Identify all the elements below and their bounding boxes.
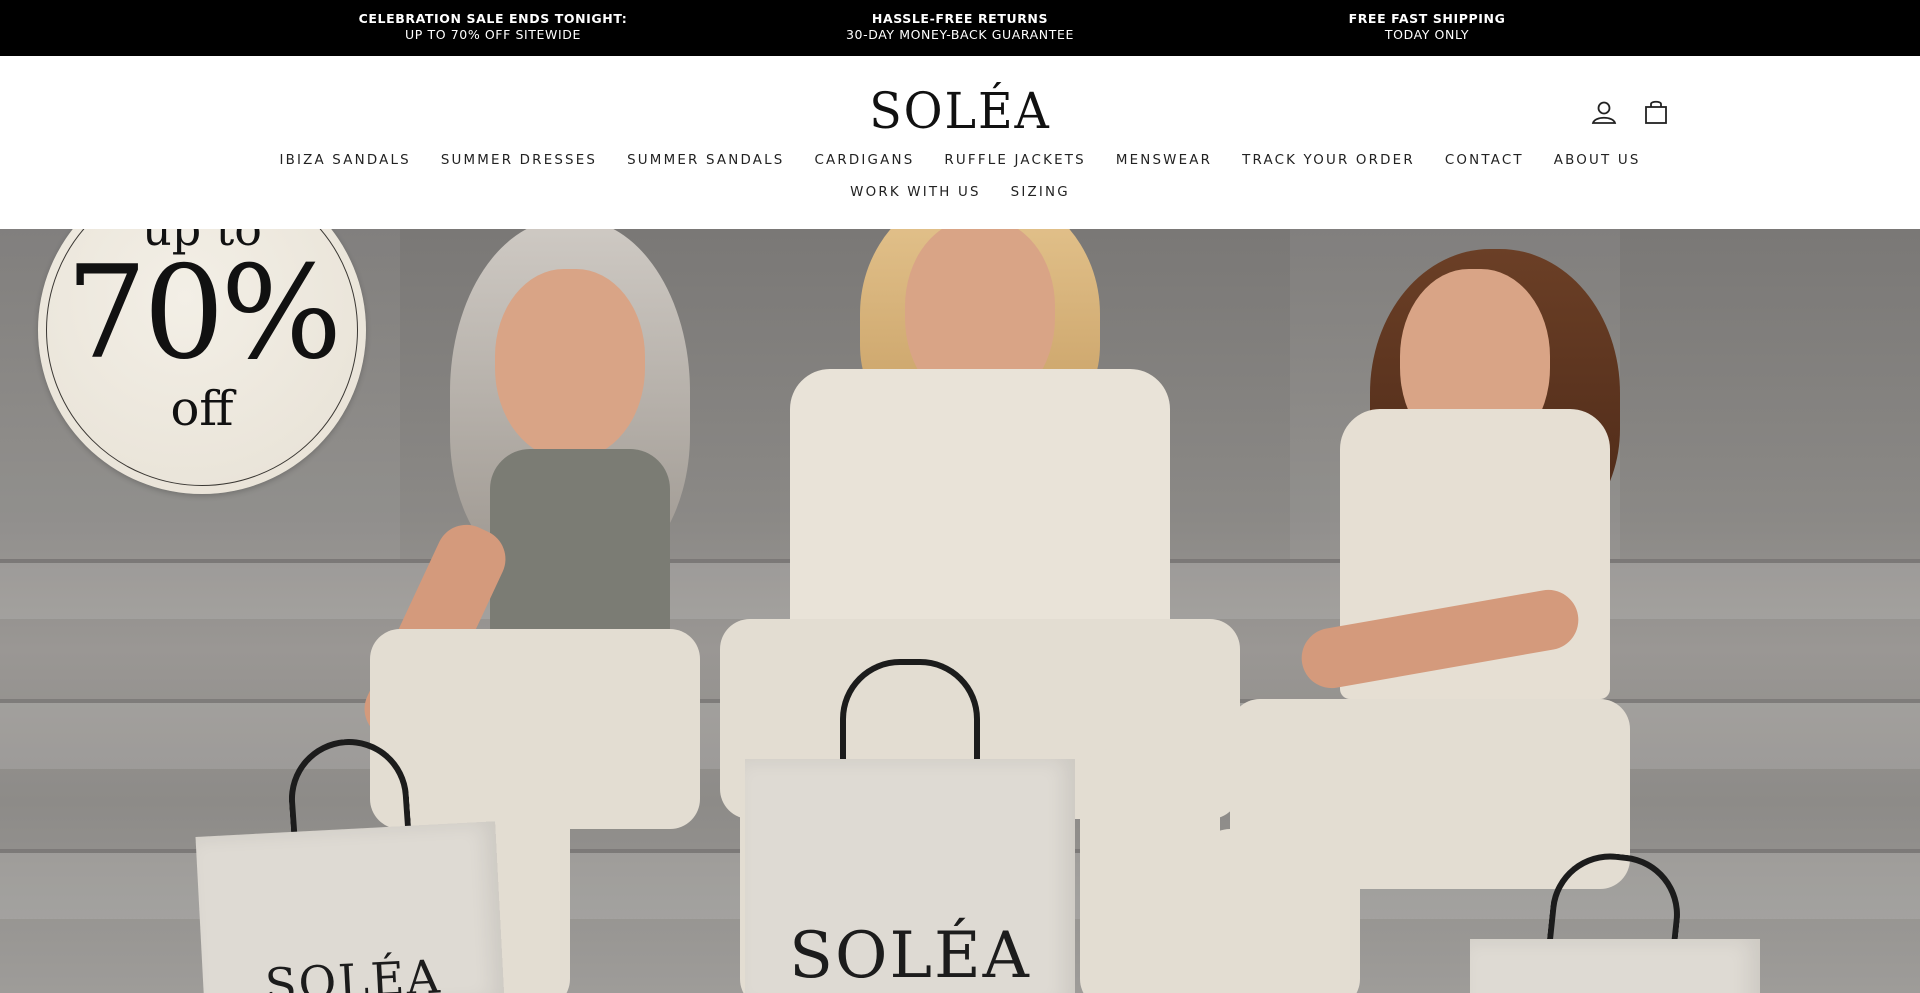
shopping-bag-center: SOLÉA: [745, 759, 1075, 993]
shopping-bag-left: SOLÉA: [195, 821, 505, 993]
announcement-title: HASSLE-FREE RETURNS: [871, 11, 1049, 26]
nav-work-with-us[interactable]: WORK WITH US: [850, 185, 981, 200]
main-nav-row-2: WORK WITH US SIZING: [0, 185, 1920, 200]
announcement-subtitle: UP TO 70% OFF SITEWIDE: [405, 27, 581, 42]
badge-percent: 70%: [65, 239, 343, 388]
pants: [1200, 829, 1360, 993]
announcement-shipping: FREE FAST SHIPPING TODAY ONLY: [1217, 11, 1637, 43]
user-icon[interactable]: [1590, 98, 1618, 126]
nav-contact[interactable]: CONTACT: [1445, 153, 1524, 168]
nav-about-us[interactable]: ABOUT US: [1554, 153, 1641, 168]
bag-logo: SOLÉA: [789, 919, 1031, 993]
face: [495, 269, 645, 459]
nav-menswear[interactable]: MENSWEAR: [1116, 153, 1212, 168]
announcement-title: FREE FAST SHIPPING: [1348, 11, 1506, 26]
nav-ibiza-sandals[interactable]: IBIZA SANDALS: [279, 153, 410, 168]
announcement-subtitle: TODAY ONLY: [1384, 27, 1470, 42]
announcement-returns: HASSLE-FREE RETURNS 30-DAY MONEY-BACK GU…: [750, 11, 1170, 43]
announcement-bar: CELEBRATION SALE ENDS TONIGHT: UP TO 70%…: [0, 0, 1920, 56]
pants: [1080, 749, 1220, 993]
bag-logo: SOLÉA: [263, 949, 443, 993]
nav-cardigans[interactable]: CARDIGANS: [814, 153, 914, 168]
nav-ruffle-jackets[interactable]: RUFFLE JACKETS: [944, 153, 1085, 168]
announcement-title: CELEBRATION SALE ENDS TONIGHT:: [358, 11, 628, 26]
shopping-bag-icon[interactable]: [1642, 98, 1670, 126]
badge-suffix: off: [170, 381, 234, 437]
nav-sizing[interactable]: SIZING: [1011, 185, 1070, 200]
hero-banner[interactable]: SOLÉA SOLÉA up to 70% off: [0, 229, 1920, 993]
announcement-subtitle: 30-DAY MONEY-BACK GUARANTEE: [845, 27, 1074, 42]
nav-summer-dresses[interactable]: SUMMER DRESSES: [441, 153, 597, 168]
main-nav-row-1: IBIZA SANDALS SUMMER DRESSES SUMMER SAND…: [0, 153, 1920, 168]
nav-summer-sandals[interactable]: SUMMER SANDALS: [627, 153, 784, 168]
announcement-sale: CELEBRATION SALE ENDS TONIGHT: UP TO 70%…: [283, 11, 703, 43]
shopping-bag-right: [1470, 939, 1760, 993]
site-header: SOLÉA IBIZA SANDALS SUMMER DRESSES SUMME…: [0, 56, 1920, 229]
nav-track-order[interactable]: TRACK YOUR ORDER: [1242, 153, 1415, 168]
